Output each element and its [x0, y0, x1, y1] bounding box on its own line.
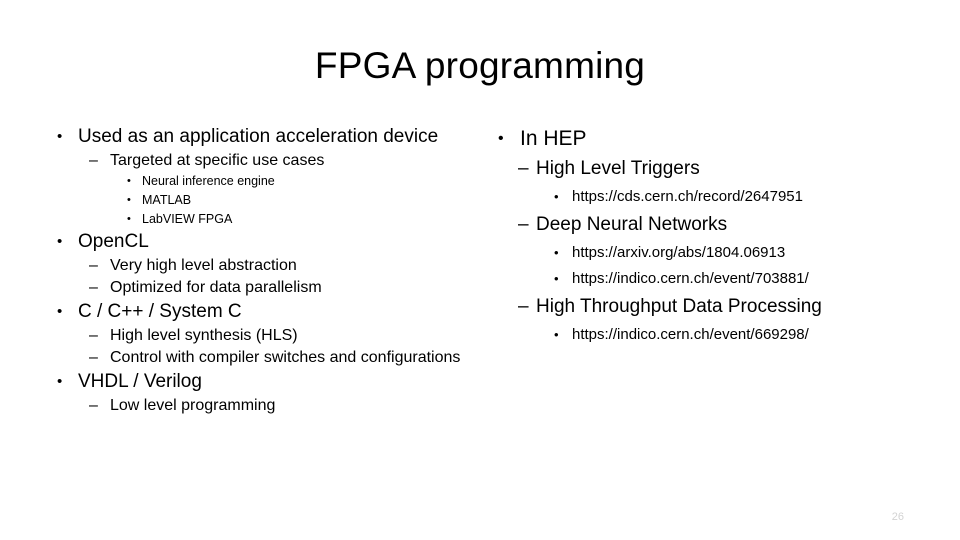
bullet-text: OpenCL: [78, 231, 149, 252]
bullet-text: Neural inference engine: [142, 174, 275, 188]
list-item: • In HEP: [492, 124, 944, 154]
bullet-round-icon: •: [554, 189, 559, 204]
bullet-text: LabVIEW FPGA: [142, 212, 233, 226]
bullet-text: Targeted at specific use cases: [110, 152, 325, 169]
bullet-round-icon: •: [498, 130, 504, 147]
bullet-round-icon: •: [554, 245, 559, 260]
bullet-dash-icon: –: [89, 349, 98, 366]
bullet-text: In HEP: [520, 127, 587, 150]
bullet-round-icon: •: [57, 233, 63, 250]
bullet-text: VHDL / Verilog: [78, 371, 202, 392]
bullet-round-icon: •: [127, 194, 131, 206]
list-item: • Neural inference engine: [52, 172, 484, 191]
bullet-round-icon: •: [127, 213, 131, 225]
bullet-dash-icon: –: [89, 152, 98, 169]
bullet-text: Deep Neural Networks: [536, 214, 728, 235]
bullet-list-right: • In HEP – High Level Triggers • https:/…: [492, 124, 944, 348]
link-text[interactable]: https://indico.cern.ch/event/703881/: [572, 266, 944, 292]
list-item: – High level synthesis (HLS): [52, 325, 484, 347]
bullet-text: MATLAB: [142, 193, 192, 207]
bullet-dash-icon: –: [89, 279, 98, 296]
list-item: • LabVIEW FPGA: [52, 210, 484, 229]
bullet-text: High level synthesis (HLS): [110, 327, 298, 344]
list-item: – Very high level abstraction: [52, 255, 484, 277]
list-item: – Optimized for data parallelism: [52, 277, 484, 299]
bullet-round-icon: •: [57, 373, 63, 390]
page-title: FPGA programming: [314, 45, 646, 86]
bullet-round-icon: •: [554, 327, 559, 342]
bullet-text: High Throughput Data Processing: [536, 296, 822, 317]
list-item: • Used as an application acceleration de…: [52, 124, 484, 150]
slide-canvas: FPGA programming • Used as an applicatio…: [0, 0, 960, 540]
list-item: • VHDL / Verilog: [52, 369, 484, 395]
bullet-text: Control with compiler switches and confi…: [110, 349, 461, 366]
list-item: • OpenCL: [52, 229, 484, 255]
list-item: – High Throughput Data Processing: [492, 292, 944, 322]
bullet-round-icon: •: [57, 303, 63, 320]
bullet-dash-icon: –: [518, 296, 529, 317]
bullet-dash-icon: –: [518, 214, 529, 235]
bullet-dash-icon: –: [518, 158, 529, 179]
page-number: 26: [891, 511, 904, 523]
list-item: • MATLAB: [52, 191, 484, 210]
bullet-text: C / C++ / System C: [78, 301, 242, 322]
bullet-text: Used as an application acceleration devi…: [78, 126, 439, 147]
bullet-dash-icon: –: [89, 327, 98, 344]
bullet-list-left: • Used as an application acceleration de…: [52, 124, 484, 417]
list-item: • https://cds.cern.ch/record/2647951: [492, 184, 944, 210]
bullet-round-icon: •: [57, 128, 63, 145]
list-item: • https://arxiv.org/abs/1804.06913: [492, 240, 944, 266]
bullet-text: Optimized for data parallelism: [110, 279, 322, 296]
list-item: • C / C++ / System C: [52, 299, 484, 325]
list-item: – Targeted at specific use cases: [52, 150, 484, 172]
content-column-right: • In HEP – High Level Triggers • https:/…: [492, 124, 944, 348]
link-text[interactable]: https://indico.cern.ch/event/669298/: [572, 322, 944, 348]
link-text[interactable]: https://arxiv.org/abs/1804.06913: [572, 240, 944, 266]
bullet-text: High Level Triggers: [536, 158, 700, 179]
list-item: • https://indico.cern.ch/event/703881/: [492, 266, 944, 292]
list-item: – High Level Triggers: [492, 154, 944, 184]
bullet-round-icon: •: [127, 175, 131, 187]
list-item: • https://indico.cern.ch/event/669298/: [492, 322, 944, 348]
content-column-left: • Used as an application acceleration de…: [52, 124, 484, 417]
bullet-text: Very high level abstraction: [110, 257, 297, 274]
bullet-text: Low level programming: [110, 397, 276, 414]
list-item: – Low level programming: [52, 395, 484, 417]
bullet-dash-icon: –: [89, 397, 98, 414]
link-text[interactable]: https://cds.cern.ch/record/2647951: [572, 184, 944, 210]
bullet-dash-icon: –: [89, 257, 98, 274]
list-item: – Deep Neural Networks: [492, 210, 944, 240]
bullet-round-icon: •: [554, 271, 559, 286]
list-item: – Control with compiler switches and con…: [52, 347, 484, 369]
